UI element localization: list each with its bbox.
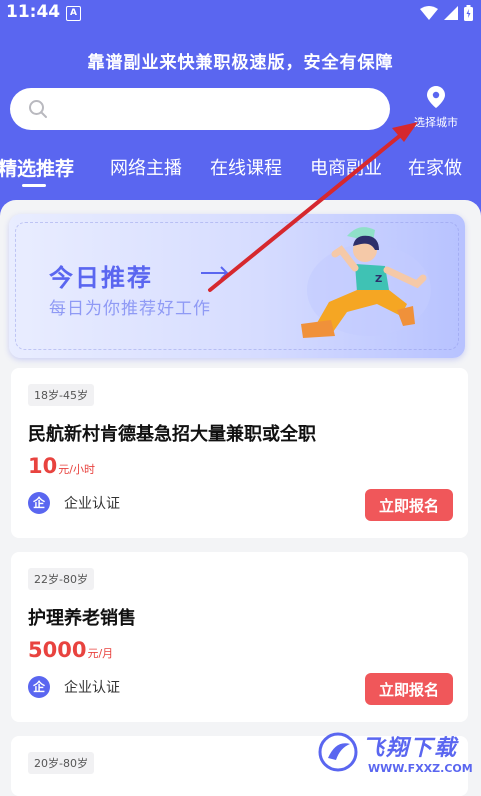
salary: 5000元/月 — [28, 638, 113, 662]
salary: 10元/小时 — [28, 454, 95, 478]
status-time: 11:44 — [6, 2, 61, 22]
salary-unit: 元/小时 — [58, 463, 95, 476]
signal-icon — [444, 6, 458, 20]
job-card[interactable]: 22岁-80岁 护理养老销售 5000元/月 企 企业认证 立即报名 — [11, 552, 468, 722]
enterprise-verified-badge: 企 企业认证 — [28, 492, 120, 514]
enterprise-verified-badge: 企 企业认证 — [28, 676, 120, 698]
notification-a-icon: A — [66, 6, 81, 21]
recommend-banner[interactable]: 今日推荐 每日为你推荐好工作 Z — [9, 214, 465, 358]
tab-featured[interactable]: 精选推荐 — [0, 154, 74, 181]
battery-icon — [464, 5, 473, 21]
watermark-text: 飞翔下载 — [362, 736, 459, 761]
enterprise-icon: 企 — [28, 492, 50, 514]
wifi-icon — [420, 6, 438, 20]
apply-button[interactable]: 立即报名 — [365, 673, 453, 705]
select-city-label: 选择城市 — [414, 116, 458, 129]
banner-subtitle: 每日为你推荐好工作 — [49, 299, 211, 319]
tab-ecommerce[interactable]: 电商副业 — [310, 154, 382, 180]
tab-online-courses[interactable]: 在线课程 — [210, 154, 282, 180]
job-card[interactable]: 18岁-45岁 民航新村肯德基急招大量兼职或全职 10元/小时 企 企业认证 立… — [11, 368, 468, 538]
job-title: 护理养老销售 — [28, 608, 136, 629]
banner-title: 今日推荐 — [49, 264, 153, 292]
age-range-tag: 20岁-80岁 — [28, 752, 94, 774]
age-range-tag: 18岁-45岁 — [28, 384, 94, 406]
salary-amount: 5000 — [28, 638, 87, 662]
watermark: 飞翔下载 WWW.FXXZ.COM — [318, 728, 478, 784]
salary-amount: 10 — [28, 454, 58, 478]
active-tab-indicator — [22, 184, 46, 187]
tab-live-streaming[interactable]: 网络主播 — [110, 154, 182, 180]
enterprise-icon: 企 — [28, 676, 50, 698]
watermark-url: WWW.FXXZ.COM — [368, 762, 473, 775]
search-input[interactable] — [60, 88, 384, 132]
search-icon — [29, 100, 47, 118]
job-title: 民航新村肯德基急招大量兼职或全职 — [28, 424, 316, 445]
enterprise-verified-label: 企业认证 — [64, 680, 120, 696]
running-person-illustration: Z — [301, 227, 431, 338]
location-pin-icon — [427, 86, 445, 108]
salary-unit: 元/月 — [87, 647, 114, 660]
age-range-tag: 22岁-80岁 — [28, 568, 94, 590]
svg-text:Z: Z — [375, 274, 382, 285]
right-arrow-icon — [201, 266, 229, 280]
status-icons — [420, 5, 473, 21]
page-title: 靠谱副业来快兼职极速版，安全有保障 — [87, 53, 394, 73]
status-bar: 11:44 A — [0, 0, 481, 28]
search-bar[interactable] — [10, 88, 390, 132]
watermark-logo-icon — [318, 732, 358, 772]
apply-button[interactable]: 立即报名 — [365, 489, 453, 521]
category-tabs: 精选推荐 网络主播 在线课程 电商副业 在家做 — [0, 154, 481, 190]
select-city-button[interactable]: 选择城市 — [406, 86, 466, 132]
tab-work-from-home[interactable]: 在家做 — [408, 154, 462, 180]
enterprise-verified-label: 企业认证 — [64, 496, 120, 512]
